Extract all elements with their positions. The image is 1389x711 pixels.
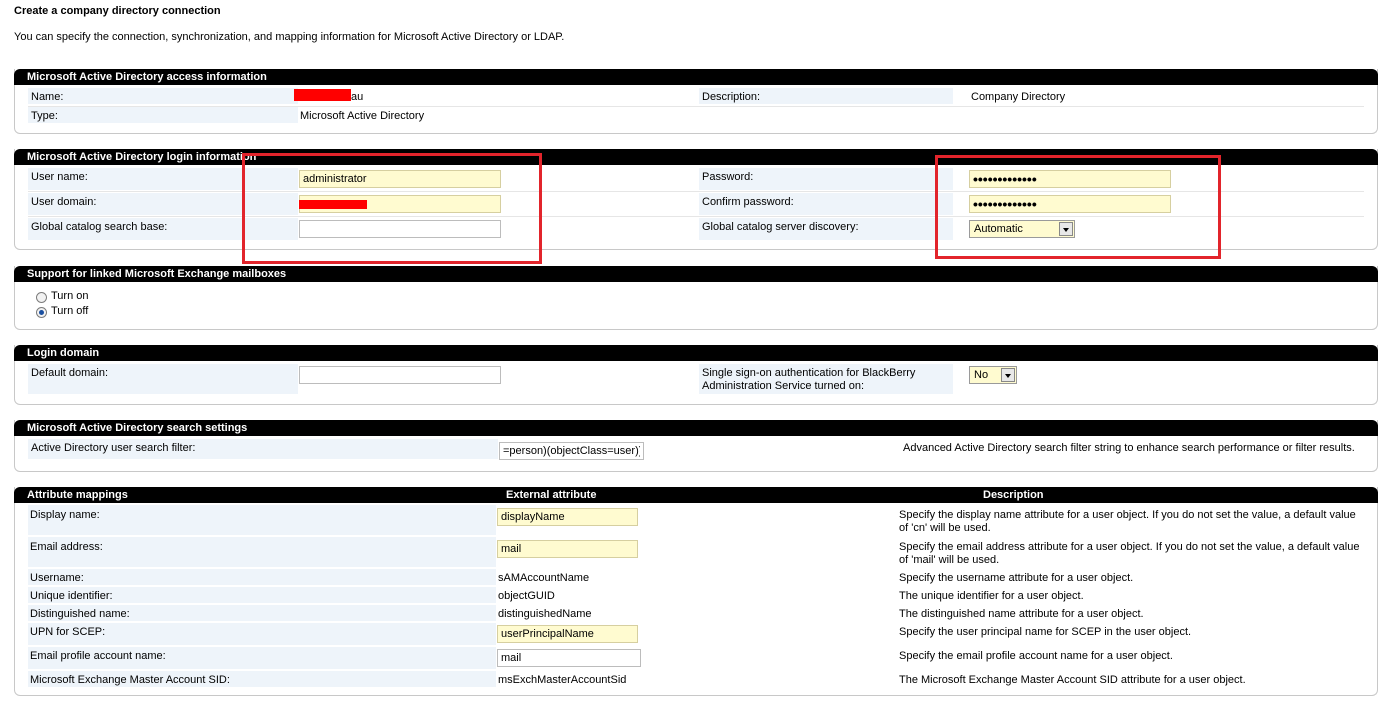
distinguished-name-desc: The distinguished name attribute for a u… — [899, 608, 1144, 620]
display-name-desc-2: of 'cn' will be used. — [899, 522, 991, 534]
sso-label-line2: Administration Service turned on: — [702, 380, 865, 392]
search-filter-input[interactable] — [499, 442, 644, 460]
email-profile-label: Email profile account name: — [30, 650, 166, 662]
sso-select[interactable]: No — [969, 366, 1017, 384]
confirm-password-label: Confirm password: — [702, 196, 794, 208]
sso-value: No — [974, 369, 989, 381]
page-intro: You can specify the connection, synchron… — [14, 31, 565, 43]
page-title: Create a company directory connection — [14, 5, 221, 17]
display-name-desc: Specify the display name attribute for a… — [899, 509, 1356, 521]
linked-mailboxes-section: Support for linked Microsoft Exchange ma… — [14, 266, 1378, 330]
filter-description: Advanced Active Directory search filter … — [903, 442, 1355, 454]
login-domain-section: Login domain Default domain: Single sign… — [14, 345, 1378, 405]
display-name-label: Display name: — [30, 509, 100, 521]
unique-identifier-desc: The unique identifier for a user object. — [899, 590, 1084, 602]
section-header: Support for linked Microsoft Exchange ma… — [14, 266, 1378, 282]
username-label: User name: — [31, 171, 88, 183]
gc-discovery-label: Global catalog server discovery: — [702, 221, 859, 233]
external-attribute-column-header: External attribute — [506, 489, 597, 501]
label-cell — [28, 107, 298, 123]
email-address-input[interactable] — [497, 540, 638, 558]
distinguished-name-label: Distinguished name: — [30, 608, 130, 620]
chevron-down-icon[interactable] — [1001, 368, 1015, 382]
username-mapping-label: Username: — [30, 572, 84, 584]
name-label: Name: — [31, 91, 64, 103]
master-sid-desc: The Microsoft Exchange Master Account SI… — [899, 674, 1246, 686]
master-sid-label: Microsoft Exchange Master Account SID: — [30, 674, 230, 686]
turn-off-label[interactable]: Turn off — [51, 305, 88, 318]
turn-on-label[interactable]: Turn on — [51, 290, 89, 303]
turn-on-radio[interactable] — [36, 292, 47, 303]
attribute-mappings-section: Attribute mappings External attribute De… — [14, 487, 1378, 696]
turn-off-radio[interactable] — [36, 307, 47, 318]
email-address-desc: Specify the email address attribute for … — [899, 541, 1360, 553]
search-settings-section: Microsoft Active Directory search settin… — [14, 420, 1378, 472]
userdomain-label: User domain: — [31, 196, 97, 208]
password-label: Password: — [702, 171, 754, 183]
highlight-box-right — [935, 155, 1221, 259]
filter-label: Active Directory user search filter: — [31, 442, 196, 454]
highlight-box-left — [242, 153, 542, 264]
username-mapping-desc: Specify the username attribute for a use… — [899, 572, 1134, 584]
label-cell — [28, 569, 496, 585]
section-header: Attribute mappings — [14, 487, 1378, 503]
description-label: Description: — [702, 91, 761, 103]
unique-identifier-label: Unique identifier: — [30, 590, 113, 602]
default-domain-input[interactable] — [299, 366, 501, 384]
upn-scep-label: UPN for SCEP: — [30, 626, 106, 638]
section-header: Microsoft Active Directory search settin… — [14, 420, 1378, 436]
access-info-section: Microsoft Active Directory access inform… — [14, 69, 1378, 134]
upn-scep-input[interactable] — [497, 625, 638, 643]
master-sid-value: msExchMasterAccountSid — [498, 674, 627, 686]
default-domain-label: Default domain: — [31, 367, 109, 379]
unique-identifier-value: objectGUID — [498, 590, 555, 602]
description-value: Company Directory — [971, 91, 1066, 103]
upn-scep-desc: Specify the user principal name for SCEP… — [899, 626, 1192, 638]
type-value: Microsoft Active Directory — [300, 110, 425, 122]
redaction — [294, 89, 351, 101]
email-address-label: Email address: — [30, 541, 103, 553]
display-name-input[interactable] — [497, 508, 638, 526]
section-header: Login domain — [14, 345, 1378, 361]
sso-label-line1: Single sign-on authentication for BlackB… — [702, 367, 916, 379]
email-address-desc-2: of 'mail' will be used. — [899, 554, 1000, 566]
type-label: Type: — [31, 110, 58, 122]
name-value: au — [351, 91, 364, 103]
description-column-header: Description — [983, 489, 1044, 501]
email-profile-input[interactable] — [497, 649, 641, 667]
label-cell — [28, 88, 298, 104]
section-header: Microsoft Active Directory access inform… — [14, 69, 1378, 85]
distinguished-name-value: distinguishedName — [498, 608, 592, 620]
gc-base-label: Global catalog search base: — [31, 221, 168, 233]
username-mapping-value: sAMAccountName — [498, 572, 590, 584]
email-profile-desc: Specify the email profile account name f… — [899, 650, 1173, 662]
